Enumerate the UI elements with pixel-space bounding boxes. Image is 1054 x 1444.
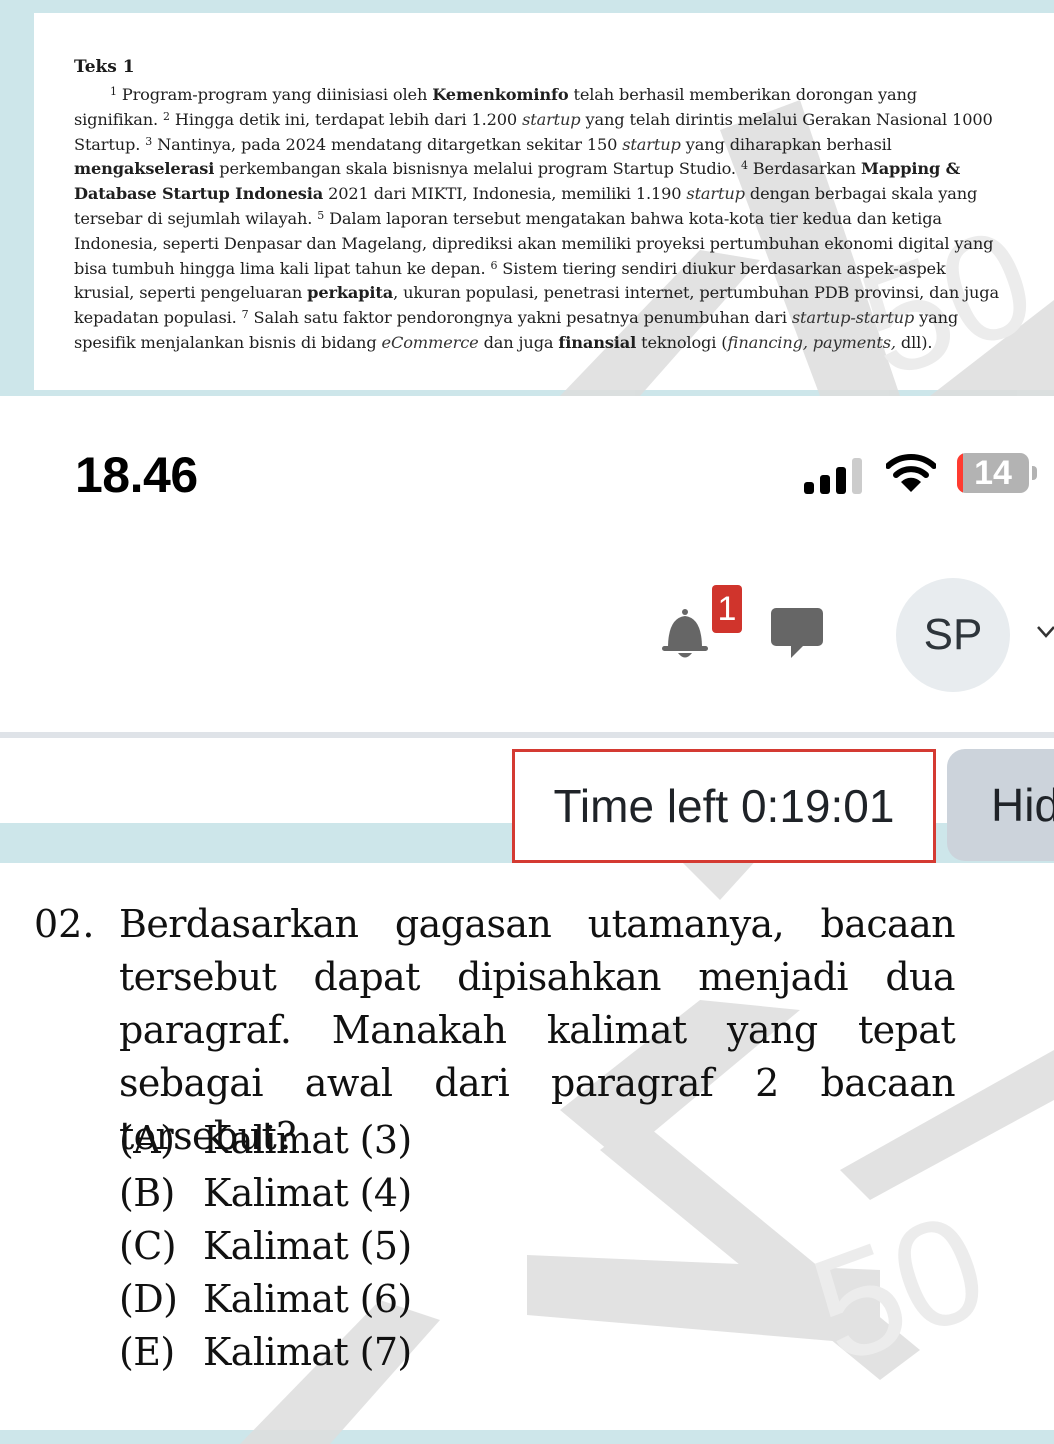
option-text: Kalimat (4) xyxy=(203,1170,412,1215)
sentence-number: 3 xyxy=(145,134,153,148)
passage-title: Teks 1 xyxy=(74,57,135,77)
option-e[interactable]: (E) Kalimat (7) xyxy=(119,1325,412,1378)
chat-bubble-icon[interactable] xyxy=(771,608,823,658)
sentence-number: 7 xyxy=(241,308,249,322)
option-letter: (A) xyxy=(119,1117,175,1162)
sentence-number: 6 xyxy=(490,258,498,272)
time-left-display: Time left 0:19:01 xyxy=(512,749,936,863)
battery-cap xyxy=(1032,466,1037,480)
sentence-number: 2 xyxy=(163,109,170,123)
sentence-number: 1 xyxy=(110,85,117,98)
wifi-icon xyxy=(886,454,936,492)
status-bar-time: 18.46 xyxy=(75,447,198,503)
header-divider xyxy=(0,732,1054,738)
option-letter: (C) xyxy=(119,1223,177,1268)
option-a[interactable]: (A) Kalimat (3) xyxy=(119,1113,412,1166)
bell-icon[interactable] xyxy=(662,608,708,660)
option-text: Kalimat (3) xyxy=(203,1117,412,1162)
sentence-number: 4 xyxy=(740,159,748,173)
chevron-down-icon[interactable] xyxy=(1036,625,1054,639)
passage-card: Teks 1 1 Program-program yang diinisiasi… xyxy=(34,13,1054,390)
sentence-number: 5 xyxy=(317,208,325,222)
passage-text: 1 Program-program yang diinisiasi oleh K… xyxy=(74,83,999,356)
option-b[interactable]: (B) Kalimat (4) xyxy=(119,1166,412,1219)
option-text: Kalimat (7) xyxy=(203,1329,412,1374)
option-letter: (E) xyxy=(119,1329,175,1374)
battery-percent: 14 xyxy=(974,454,1012,492)
option-c[interactable]: (C) Kalimat (5) xyxy=(119,1219,412,1272)
answer-options: (A) Kalimat (3) (B) Kalimat (4) (C) Kali… xyxy=(119,1113,412,1378)
option-text: Kalimat (6) xyxy=(203,1276,412,1321)
option-letter: (D) xyxy=(119,1276,178,1321)
svg-text:50: 50 xyxy=(792,1180,1006,1395)
user-avatar[interactable]: SP xyxy=(896,578,1010,692)
cellular-signal-icon xyxy=(804,458,862,494)
bottom-band xyxy=(0,1430,1054,1444)
option-d[interactable]: (D) Kalimat (6) xyxy=(119,1272,412,1325)
option-letter: (B) xyxy=(119,1170,175,1215)
question-number: 02. xyxy=(34,902,95,946)
option-text: Kalimat (5) xyxy=(203,1223,412,1268)
battery-indicator: 14 xyxy=(957,453,1029,493)
hide-timer-button[interactable]: Hide xyxy=(947,749,1054,861)
notification-count-badge: 1 xyxy=(712,585,742,633)
